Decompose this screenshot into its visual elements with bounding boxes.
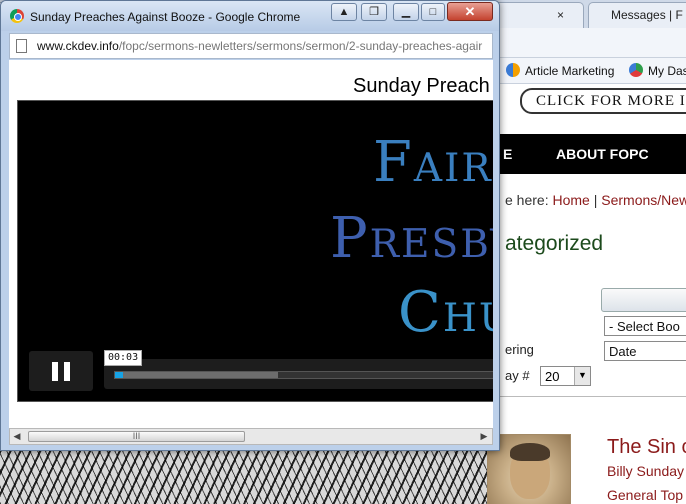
divider	[500, 396, 686, 397]
globe-icon	[629, 63, 643, 77]
pause-icon	[64, 362, 70, 381]
sermon-author-link[interactable]: Billy Sunday	[607, 463, 684, 479]
category-heading: ategorized	[505, 232, 604, 255]
filter-button[interactable]	[601, 288, 686, 312]
tab-label: Messages | F	[611, 8, 683, 22]
popup-page-content: Sunday Preach Fair Presby Chu 00:03	[9, 60, 493, 428]
video-player[interactable]: Fair Presby Chu 00:03	[17, 100, 493, 402]
url-domain: www.ckdev.info	[37, 39, 119, 53]
pause-button[interactable]	[29, 351, 93, 391]
scroll-up-icon[interactable]: ▲	[331, 3, 357, 21]
bookmark-article-marketing[interactable]: Article Marketing	[506, 63, 614, 78]
seek-bar[interactable]	[114, 371, 493, 379]
click-for-more-banner[interactable]: CLICK FOR MORE I	[520, 88, 686, 114]
sermon-title-link[interactable]: The Sin c	[607, 436, 686, 459]
display-count-value: 20	[545, 369, 560, 384]
bookmark-my-das[interactable]: My Das	[629, 63, 686, 78]
page-icon	[16, 39, 27, 53]
time-tooltip: 00:03	[104, 350, 143, 366]
address-bar[interactable]: www.ckdev.info/fopc/sermons-newletters/s…	[9, 33, 493, 59]
dropdown-arrow-icon[interactable]: ▼	[574, 367, 590, 385]
ordering-label: ering	[505, 342, 534, 357]
close-icon[interactable]: ✕	[447, 2, 493, 21]
buffered-progress	[115, 372, 278, 378]
tab-close-icon[interactable]: ×	[557, 8, 564, 22]
tab-messages[interactable]: Messages | F	[588, 2, 686, 28]
breadcrumb-home-link[interactable]: Home	[552, 192, 589, 208]
book-select[interactable]: - Select Boo	[604, 316, 686, 336]
globe-icon	[506, 63, 520, 77]
nav-item-about-fopc[interactable]: ABOUT FOPC	[556, 146, 649, 162]
ordering-select[interactable]: Date	[604, 341, 686, 361]
portrait-hair	[510, 443, 550, 461]
url-text[interactable]: www.ckdev.info/fopc/sermons-newletters/s…	[37, 39, 482, 53]
scroll-left-icon[interactable]: ◀	[11, 431, 23, 442]
logo-text-chu: Chu	[398, 280, 493, 345]
restore-small-icon[interactable]: ❐	[361, 3, 387, 21]
minimize-icon[interactable]: ▁	[393, 3, 419, 21]
tree-branches-image	[0, 450, 500, 504]
horizontal-scrollbar[interactable]: ◀ III ▶	[9, 428, 493, 445]
display-count-select[interactable]: 20 ▼	[540, 366, 591, 386]
maximize-icon[interactable]: □	[421, 3, 445, 21]
video-control-bar	[104, 359, 493, 389]
chrome-icon	[10, 9, 24, 23]
popup-window: Sunday Preaches Against Booze - Google C…	[0, 0, 500, 451]
logo-text-presby: Presby	[330, 206, 493, 271]
sermon-topic-link[interactable]: General Top	[607, 487, 683, 503]
breadcrumb-current[interactable]: Sermons/Newle	[601, 192, 686, 208]
pause-icon	[52, 362, 58, 381]
played-progress[interactable]	[115, 372, 123, 378]
window-title: Sunday Preaches Against Booze - Google C…	[30, 10, 301, 24]
breadcrumb: e here: Home | Sermons/Newle	[505, 192, 686, 208]
url-path: /fopc/sermons-newletters/sermons/sermon/…	[118, 39, 483, 53]
nav-item-partial[interactable]: E	[503, 146, 512, 162]
display-count-label: ay #	[505, 368, 530, 383]
scrollbar-thumb[interactable]: III	[28, 431, 245, 442]
window-titlebar[interactable]: Sunday Preaches Against Booze - Google C…	[1, 1, 499, 31]
logo-text-fair: Fair	[373, 130, 493, 195]
scroll-right-icon[interactable]: ▶	[478, 431, 490, 442]
page-title: Sunday Preach	[353, 75, 490, 97]
